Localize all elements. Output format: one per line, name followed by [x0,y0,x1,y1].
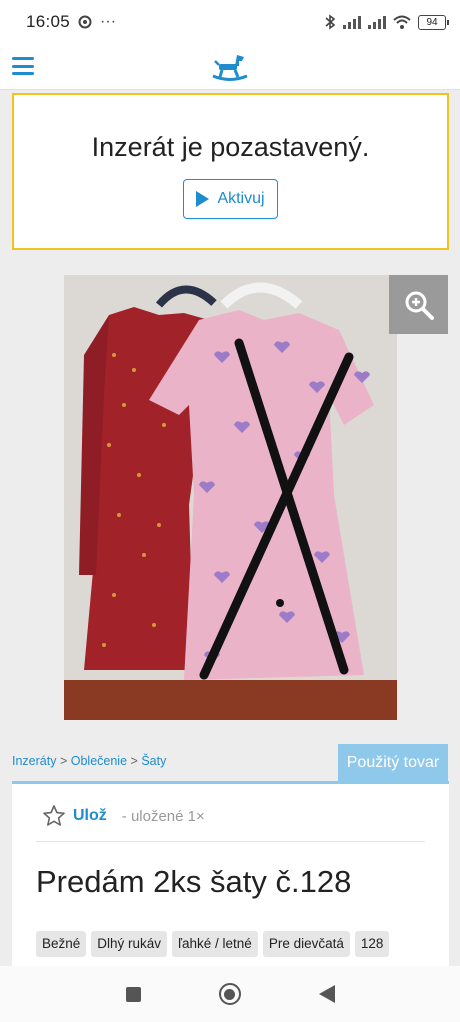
breadcrumb-separator: > [59,754,68,768]
paused-notice: Inzerát je pozastavený. Aktivuj [12,93,449,250]
status-bar: 16:05 ··· 94 [0,0,460,44]
save-button[interactable]: Ulož [73,807,107,825]
rocking-horse-logo-icon[interactable] [211,50,249,82]
listing-photo[interactable] [64,275,397,720]
activate-button-label: Aktivuj [217,190,265,207]
activate-button[interactable]: Aktivuj [183,179,278,219]
tag: 128 [354,931,390,957]
breadcrumb-link-oblecenie[interactable]: Oblečenie [71,754,127,768]
tag: Dlhý rukáv [91,931,168,957]
status-time: 16:05 [26,12,71,31]
recents-icon[interactable] [125,986,141,1002]
breadcrumb-link-inzeraty[interactable]: Inzeráty [12,754,56,768]
saved-count: - uložené 1× [121,807,205,825]
sync-icon [78,15,92,29]
home-icon[interactable] [218,983,241,1005]
listing-card: Ulož - uložené 1× Predám 2ks šaty č.128 … [12,784,449,984]
star-icon[interactable] [42,804,66,828]
app-bar [0,44,460,90]
tag: ľahké / letné [172,931,258,957]
more-notifications-icon: ··· [100,13,117,30]
paused-notice-title: Inzerát je pozastavený. [91,132,370,162]
battery-icon: 94 [418,14,449,30]
bluetooth-icon [325,14,336,30]
system-nav-bar [0,966,460,1022]
menu-icon[interactable] [12,57,34,75]
tag: Pre dievčatá [262,931,350,957]
back-icon[interactable] [318,985,335,1003]
divider [36,841,425,842]
zoom-in-icon [405,291,434,320]
breadcrumb-link-saty[interactable]: Šaty [141,754,166,768]
signal-icon-2 [368,15,386,29]
zoom-button[interactable] [389,275,448,334]
breadcrumb-separator: > [130,754,138,768]
breadcrumb: Inzeráty > Oblečenie > Šaty [12,754,166,768]
tag-list: Bežné Dlhý rukáv ľahké / letné Pre dievč… [36,931,390,957]
wifi-icon [393,15,411,29]
signal-icon [343,15,361,29]
tag: Bežné [36,931,87,957]
listing-title: Predám 2ks šaty č.128 [36,864,352,899]
play-icon [196,191,210,207]
condition-badge: Použitý tovar [338,744,448,782]
save-row: Ulož - uložené 1× [42,804,205,828]
